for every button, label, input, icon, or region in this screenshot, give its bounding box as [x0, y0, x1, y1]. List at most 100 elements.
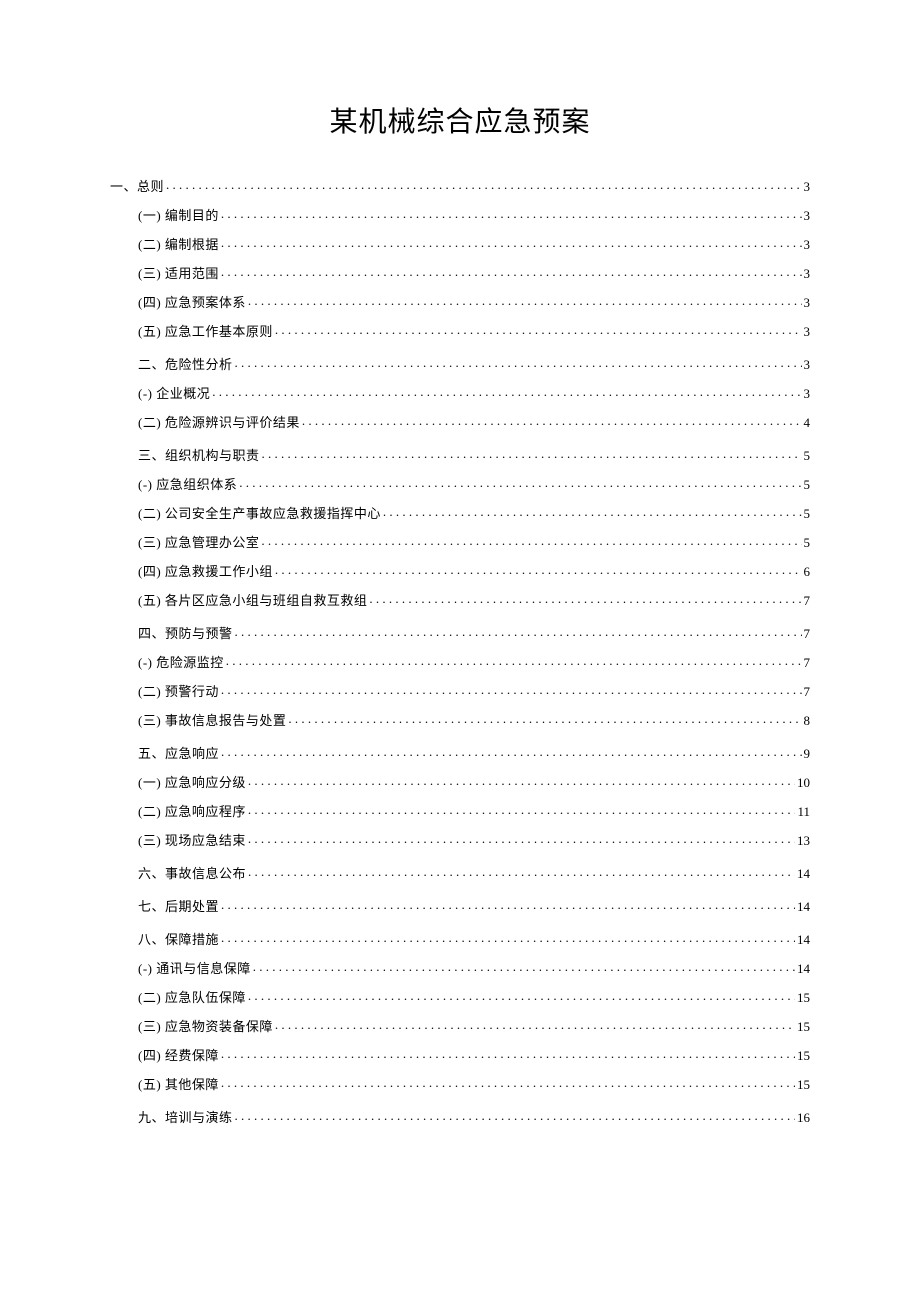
toc-page-number: 15: [797, 1020, 810, 1033]
toc-page-number: 15: [797, 1049, 810, 1062]
toc-label: (二) 应急队伍保障: [138, 991, 246, 1004]
toc-leader-dots: [253, 960, 795, 973]
toc-entry: (五) 应急工作基本原则3: [110, 323, 810, 338]
toc-label: (-) 危险源监控: [138, 656, 224, 669]
toc-leader-dots: [248, 803, 796, 816]
toc-entry: (二) 应急队伍保障 15: [110, 989, 810, 1004]
toc-page-number: 7: [804, 627, 811, 640]
toc-entry: (二) 应急响应程序 11: [110, 803, 810, 818]
toc-label: (-) 通讯与信息保障: [138, 962, 251, 975]
toc-page-number: 5: [804, 478, 811, 491]
toc-page-number: 5: [804, 449, 811, 462]
toc-leader-dots: [288, 712, 801, 725]
toc-leader-dots: [221, 1047, 795, 1060]
toc-leader-dots: [248, 989, 795, 1002]
toc-entry: (四) 应急预案体系3: [110, 294, 810, 309]
toc-label: (二) 公司安全生产事故应急救援指挥中心: [138, 507, 381, 520]
toc-leader-dots: [221, 683, 802, 696]
toc-entry: 八、保障措施14: [110, 931, 810, 946]
toc-page-number: 7: [804, 685, 811, 698]
toc-entry: (五) 各片区应急小组与班组自救互救组 7: [110, 592, 810, 607]
toc-label: (二) 应急响应程序: [138, 805, 246, 818]
toc-entry: (三) 事故信息报告与处置 8: [110, 712, 810, 727]
toc-page-number: 10: [797, 776, 810, 789]
toc-label: 六、事故信息公布: [138, 867, 246, 880]
toc-entry: (-) 应急组织体系 5: [110, 476, 810, 491]
toc-label: (-) 企业概况: [138, 387, 210, 400]
toc-leader-dots: [226, 654, 802, 667]
toc-leader-dots: [275, 1018, 795, 1031]
toc-entry: (三) 现场应急结束 13: [110, 832, 810, 847]
toc-page-number: 5: [804, 536, 811, 549]
toc-page-number: 3: [804, 296, 811, 309]
toc-page-number: 8: [804, 714, 811, 727]
toc-entry: (一) 编制目的 3: [110, 207, 810, 222]
toc-entry: (二) 编制根据3: [110, 236, 810, 251]
toc-entry: 二、危险性分析3: [110, 356, 810, 371]
toc-entry: 四、预防与预警 7: [110, 625, 810, 640]
toc-entry: 九、培训与演练 16: [110, 1109, 810, 1124]
toc-leader-dots: [235, 625, 802, 638]
toc-label: 五、应急响应: [138, 747, 219, 760]
toc-page-number: 3: [804, 387, 811, 400]
toc-page-number: 15: [797, 991, 810, 1004]
toc-leader-dots: [235, 356, 802, 369]
toc-label: 七、后期处置: [138, 900, 219, 913]
toc-leader-dots: [221, 207, 802, 220]
toc-leader-dots: [221, 1076, 795, 1089]
toc-leader-dots: [302, 414, 802, 427]
toc-leader-dots: [275, 563, 802, 576]
toc-entry: (-) 危险源监控 7: [110, 654, 810, 669]
toc-leader-dots: [248, 865, 795, 878]
toc-page-number: 11: [797, 805, 810, 818]
table-of-contents: 一、总则3(一) 编制目的3(二) 编制根据3(三) 适用范围3(四) 应急预案…: [110, 178, 810, 1124]
toc-entry: 六、事故信息公布 14: [110, 865, 810, 880]
toc-page-number: 16: [797, 1111, 810, 1124]
toc-page-number: 3: [804, 180, 811, 193]
toc-label: (四) 应急救援工作小组: [138, 565, 273, 578]
toc-label: 四、预防与预警: [138, 627, 233, 640]
toc-page-number: 3: [804, 238, 811, 251]
toc-page-number: 9: [804, 747, 811, 760]
toc-page-number: 14: [797, 900, 810, 913]
toc-label: (三) 适用范围: [138, 267, 219, 280]
toc-page-number: 3: [804, 209, 811, 222]
toc-leader-dots: [383, 505, 802, 518]
toc-entry: (一) 应急响应分级10: [110, 774, 810, 789]
toc-entry: 七、后期处置 14: [110, 898, 810, 913]
toc-label: (五) 各片区应急小组与班组自救互救组: [138, 594, 367, 607]
toc-page-number: 3: [804, 267, 811, 280]
toc-entry: (三) 应急管理办公室5: [110, 534, 810, 549]
toc-label: (三) 现场应急结束: [138, 834, 246, 847]
toc-page-number: 7: [804, 594, 811, 607]
toc-label: (三) 事故信息报告与处置: [138, 714, 286, 727]
toc-entry: (三) 应急物资装备保障 15: [110, 1018, 810, 1033]
toc-label: (三) 应急物资装备保障: [138, 1020, 273, 1033]
toc-leader-dots: [166, 178, 801, 191]
toc-page-number: 5: [804, 507, 811, 520]
toc-leader-dots: [262, 447, 802, 460]
toc-leader-dots: [221, 265, 802, 278]
toc-entry: (-) 企业概况 3: [110, 385, 810, 400]
toc-page-number: 7: [804, 656, 811, 669]
toc-label: (一) 编制目的: [138, 209, 219, 222]
toc-leader-dots: [235, 1109, 795, 1122]
toc-entry: (二) 公司安全生产事故应急救援指挥中心 5: [110, 505, 810, 520]
toc-page-number: 14: [797, 933, 810, 946]
toc-entry: 五、应急响应 9: [110, 745, 810, 760]
toc-leader-dots: [369, 592, 801, 605]
toc-leader-dots: [239, 476, 801, 489]
toc-leader-dots: [221, 898, 795, 911]
toc-page-number: 14: [797, 867, 810, 880]
toc-label: 三、组织机构与职责: [138, 449, 260, 462]
toc-leader-dots: [221, 745, 801, 758]
document-title: 某机械综合应急预案: [110, 100, 810, 140]
toc-label: (-) 应急组织体系: [138, 478, 237, 491]
toc-label: 九、培训与演练: [138, 1111, 233, 1124]
toc-entry: (四) 应急救援工作小组6: [110, 563, 810, 578]
toc-page-number: 13: [797, 834, 810, 847]
toc-leader-dots: [248, 294, 802, 307]
toc-leader-dots: [275, 323, 802, 336]
toc-label: 一、总则: [110, 180, 164, 193]
toc-leader-dots: [248, 832, 795, 845]
